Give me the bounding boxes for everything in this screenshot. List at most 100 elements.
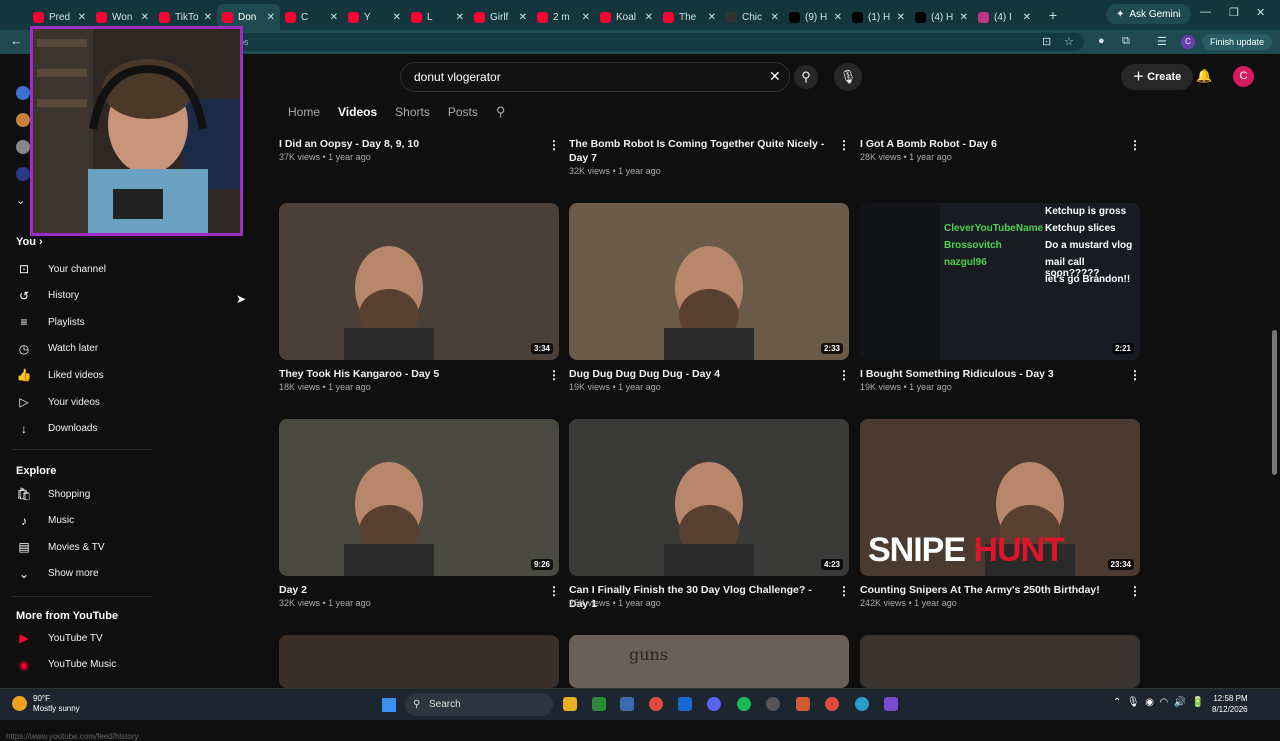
video-title[interactable]: Counting Snipers At The Army's 250th Bir… (860, 583, 1120, 597)
browser-tab[interactable]: (4) H ✕ (910, 4, 973, 30)
app-icon[interactable] (855, 697, 869, 711)
close-tab-icon[interactable]: ✕ (267, 12, 275, 23)
video-thumbnail[interactable]: Ketchup is gross Ketchup slices Do a musta… (860, 203, 1140, 360)
sidebar-item[interactable]: ⊡ Your channel (16, 259, 106, 279)
more-options-icon[interactable]: ⋮ (838, 368, 850, 382)
video-title[interactable]: I Got A Bomb Robot - Day 6 (860, 137, 1120, 151)
video-thumbnail[interactable] (860, 635, 1140, 688)
windows-start-icon[interactable] (382, 698, 396, 712)
microphone-icon[interactable]: 🎙 (834, 63, 862, 91)
browser-tab[interactable]: (9) H ✕ (784, 4, 847, 30)
video-title[interactable]: I Did an Oopsy - Day 8, 9, 10 (279, 137, 539, 151)
app-icon[interactable] (884, 697, 898, 711)
close-tab-icon[interactable]: ✕ (960, 12, 968, 23)
spotify-icon[interactable] (737, 697, 751, 711)
video-thumbnail[interactable]: 4:23 (569, 419, 849, 576)
maximize-icon[interactable]: ❐ (1229, 6, 1239, 19)
more-options-icon[interactable]: ⋮ (548, 368, 560, 382)
page-scrollbar[interactable] (1272, 330, 1277, 475)
browser-tab[interactable]: (4) I ✕ (973, 4, 1036, 30)
browser-tab[interactable]: L ✕ (406, 4, 469, 30)
more-options-icon[interactable]: ⋮ (1129, 368, 1141, 382)
tab-shorts[interactable]: Shorts (395, 105, 430, 119)
subscription-avatar[interactable] (16, 86, 30, 100)
create-button[interactable]: ＋ Create (1121, 64, 1194, 90)
file-explorer-icon[interactable] (563, 697, 577, 711)
browser-tab[interactable]: The ✕ (658, 4, 721, 30)
video-thumbnail[interactable]: guns (569, 635, 849, 688)
browser-profile-avatar[interactable]: C (1181, 35, 1195, 49)
extensions-puzzle-icon[interactable]: ⧉ (1122, 35, 1130, 48)
video-title[interactable]: They Took His Kangaroo - Day 5 (279, 367, 539, 381)
tab-posts[interactable]: Posts (448, 105, 478, 119)
video-thumbnail[interactable]: 2:33 (569, 203, 849, 360)
close-tab-icon[interactable]: ✕ (708, 12, 716, 23)
sidebar-item[interactable]: ◉ YouTube Music (16, 655, 116, 675)
reading-list-icon[interactable]: ☰ (1157, 35, 1167, 48)
video-thumbnail[interactable] (279, 635, 559, 688)
notifications-bell-icon[interactable]: 🔔 (1196, 68, 1212, 84)
sidebar-item[interactable]: ↓ Downloads (16, 419, 97, 439)
subscription-avatar[interactable] (16, 167, 30, 181)
extension-globe-icon[interactable]: ● (1098, 35, 1105, 47)
chrome-icon[interactable] (649, 697, 663, 711)
app-icon[interactable] (796, 697, 810, 711)
close-tab-icon[interactable]: ✕ (834, 12, 842, 23)
new-tab-button[interactable]: + (1044, 7, 1062, 23)
app-icon[interactable] (678, 697, 692, 711)
video-title[interactable]: I Bought Something Ridiculous - Day 3 (860, 367, 1120, 381)
bookmark-star-icon[interactable]: ☆ (1064, 35, 1074, 48)
app-icon[interactable] (592, 697, 606, 711)
close-tab-icon[interactable]: ✕ (330, 12, 338, 23)
sidebar-item[interactable]: 👍 Liked videos (16, 365, 104, 385)
back-arrow-icon[interactable]: ← (10, 33, 23, 48)
install-app-icon[interactable]: ⊡ (1042, 35, 1051, 48)
minimize-icon[interactable]: — (1200, 6, 1211, 18)
close-window-icon[interactable]: ✕ (1256, 6, 1265, 19)
video-thumbnail[interactable]: 9:26 (279, 419, 559, 576)
finish-update-button[interactable]: Finish update (1202, 34, 1273, 50)
clear-search-icon[interactable]: ✕ (769, 68, 781, 85)
close-tab-icon[interactable]: ✕ (1023, 12, 1031, 23)
sidebar-item[interactable]: ◷ Watch later (16, 339, 98, 359)
sidebar-item[interactable]: ▷ Your videos (16, 392, 100, 412)
tab-videos[interactable]: Videos (338, 105, 377, 119)
browser-tab[interactable]: 2 m ✕ (532, 4, 595, 30)
close-tab-icon[interactable]: ✕ (393, 12, 401, 23)
steam-icon[interactable] (620, 697, 634, 711)
more-options-icon[interactable]: ⋮ (838, 138, 850, 152)
video-title[interactable]: Day 2 (279, 583, 539, 597)
sidebar-item[interactable]: ⌄ Show more (16, 564, 99, 584)
close-tab-icon[interactable]: ✕ (519, 12, 527, 23)
taskbar-clock[interactable]: 12:58 PM 8/12/2026 (1212, 693, 1248, 715)
avatar[interactable]: C (1233, 66, 1254, 87)
chrome-active-icon[interactable] (825, 697, 839, 711)
taskbar-search[interactable]: ⚲ Search (405, 693, 553, 716)
video-title[interactable]: The Bomb Robot Is Coming Together Quite … (569, 137, 829, 165)
tab-home[interactable]: Home (288, 105, 320, 119)
more-options-icon[interactable]: ⋮ (1129, 138, 1141, 152)
more-options-icon[interactable]: ⋮ (548, 584, 560, 598)
close-tab-icon[interactable]: ✕ (582, 12, 590, 23)
video-thumbnail[interactable]: 3:34 (279, 203, 559, 360)
video-title[interactable]: Dug Dug Dug Dug Dug - Day 4 (569, 367, 829, 381)
search-input[interactable]: donut vlogerator (400, 62, 790, 92)
close-tab-icon[interactable]: ✕ (771, 12, 779, 23)
you-section-heading[interactable]: You › (16, 236, 43, 248)
browser-tab[interactable]: (1) H ✕ (847, 4, 910, 30)
sidebar-item[interactable]: ↺ History (16, 286, 79, 306)
browser-tab[interactable]: C ✕ (280, 4, 343, 30)
subscription-avatar[interactable] (16, 140, 30, 154)
more-options-icon[interactable]: ⋮ (838, 584, 850, 598)
browser-tab[interactable]: Chic ✕ (721, 4, 784, 30)
chevron-down-icon[interactable]: ⌄ (16, 194, 30, 207)
browser-tab[interactable]: Koal ✕ (595, 4, 658, 30)
ask-gemini-button[interactable]: ✦ Ask Gemini (1106, 4, 1191, 24)
app-icon[interactable] (766, 697, 780, 711)
sidebar-item[interactable]: ▶ YouTube TV (16, 628, 102, 648)
close-tab-icon[interactable]: ✕ (456, 12, 464, 23)
browser-tab[interactable]: Y ✕ (343, 4, 406, 30)
sidebar-item[interactable]: ≡ Playlists (16, 312, 84, 332)
more-options-icon[interactable]: ⋮ (548, 138, 560, 152)
sidebar-item[interactable]: ▤ Movies & TV (16, 537, 104, 557)
